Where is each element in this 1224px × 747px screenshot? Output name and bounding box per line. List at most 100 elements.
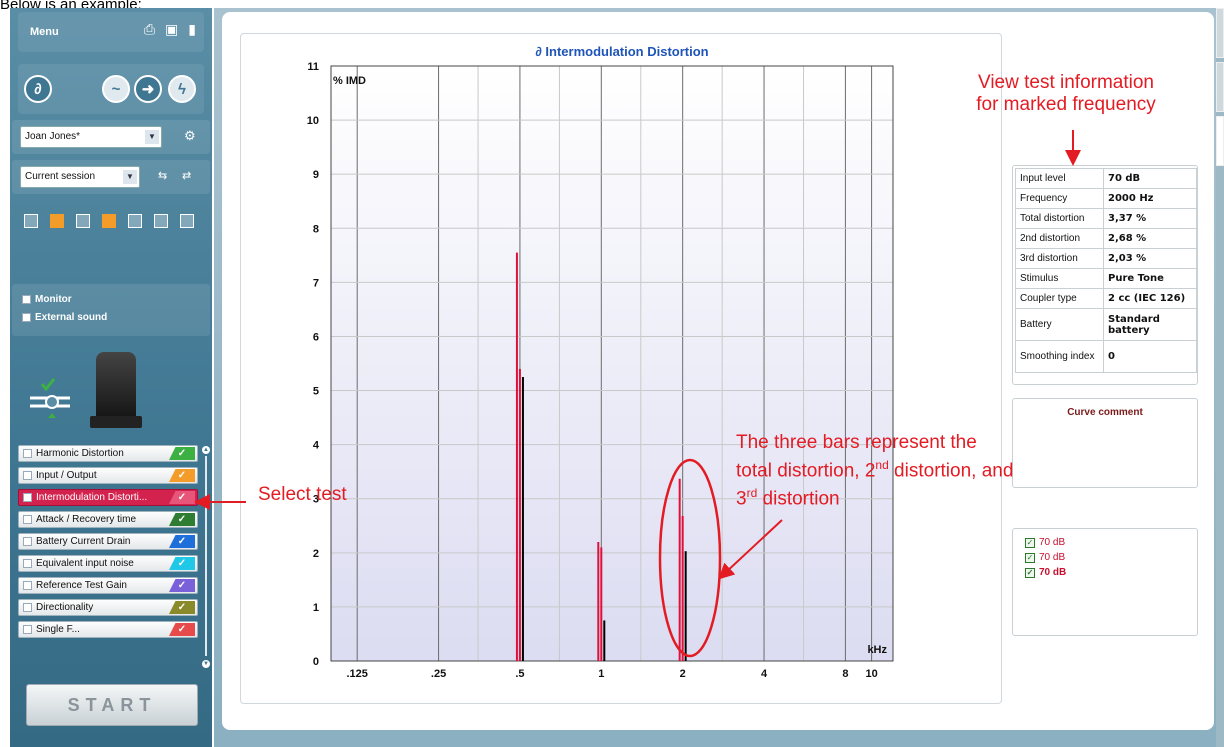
external-sound-checkbox[interactable]: External sound	[22, 312, 107, 323]
right-tab-2[interactable]	[1216, 62, 1224, 112]
curve-icon[interactable]: ~	[102, 75, 130, 103]
session-copy-icon[interactable]: ⇆	[158, 169, 167, 182]
client-select[interactable]: Joan Jones* ▼	[20, 126, 162, 148]
arrow-right-icon[interactable]: ➜	[134, 75, 162, 103]
test-checkbox[interactable]	[23, 581, 32, 590]
menu-bar: Menu ⎙ ▣ ▮	[18, 12, 204, 52]
legend-checkbox[interactable]: ✓	[1025, 567, 1035, 578]
test-checkbox[interactable]	[23, 559, 32, 568]
test-item[interactable]: Input / Output ✓	[18, 467, 198, 484]
y-tick-label: 10	[307, 115, 319, 127]
info-label: Stimulus	[1015, 268, 1104, 289]
annotation-view-info: View test information for marked frequen…	[960, 72, 1172, 116]
info-value: 70 dB	[1103, 168, 1197, 189]
check-icon: ✓	[169, 579, 195, 592]
test-info-panel: Input level 70 dB Frequency 2000 Hz Total di…	[1012, 165, 1198, 385]
bar-second	[600, 547, 603, 661]
external-sound-checkbox-box[interactable]	[22, 313, 31, 322]
session-compare-icon[interactable]: ⇄	[182, 169, 191, 182]
scroll-track[interactable]	[205, 456, 207, 656]
view-table-icon[interactable]	[24, 214, 38, 228]
annotation-bars-line3-b: distortion	[757, 488, 840, 510]
info-label: Coupler type	[1015, 288, 1104, 309]
test-label: Attack / Recovery time	[36, 514, 137, 525]
view-grid-icon[interactable]	[180, 214, 194, 228]
test-list-scrollbar[interactable]: ▲ ▼	[202, 446, 210, 668]
view-graph-icon[interactable]	[50, 214, 64, 228]
x-tick-label: .25	[431, 668, 446, 680]
test-item[interactable]: Attack / Recovery time ✓	[18, 511, 198, 528]
test-item[interactable]: Directionality ✓	[18, 599, 198, 616]
client-select-value: Joan Jones*	[25, 131, 81, 142]
test-item[interactable]: Harmonic Distortion ✓	[18, 445, 198, 462]
print-icon[interactable]: ⎙	[144, 21, 155, 38]
curve-comment-panel[interactable]: Curve comment	[1012, 398, 1198, 488]
annotation-bars-line3: 3rd distortion	[736, 482, 1013, 510]
flash-icon[interactable]: ϟ	[168, 75, 196, 103]
test-checkbox[interactable]	[23, 493, 32, 502]
test-checkbox[interactable]	[23, 449, 32, 458]
test-label: Input / Output	[36, 470, 97, 481]
right-tab-1[interactable]	[1216, 8, 1224, 58]
bar-second	[681, 516, 684, 661]
view-report-icon[interactable]	[154, 214, 168, 228]
test-item[interactable]: Battery Current Drain ✓	[18, 533, 198, 550]
imd-chart[interactable]: 0 1 2 3 4 5 6 7 8 9 10 11 .125 .25 .5 1 2 4 8 10 ∂ Intermodu…	[241, 34, 1003, 705]
test-label: Harmonic Distortion	[36, 448, 124, 459]
legend-checkbox[interactable]: ✓	[1025, 537, 1035, 548]
legend-item[interactable]: ✓ 70 dB	[1025, 537, 1065, 548]
check-icon: ✓	[169, 469, 195, 482]
info-row: Battery Standard battery	[1015, 308, 1197, 341]
info-value: 3,37 %	[1103, 208, 1197, 229]
annotation-select-test: Select test	[258, 484, 347, 505]
monitor-checkbox-box[interactable]	[22, 295, 31, 304]
legend-label: 70 dB	[1039, 552, 1066, 563]
monitor-panel: Monitor External sound	[12, 284, 210, 336]
gear-icon[interactable]: ⚙	[184, 128, 196, 144]
scroll-down-icon[interactable]: ▼	[202, 660, 210, 668]
y-tick-label: 6	[313, 331, 319, 343]
test-item[interactable]: Single F... ✓	[18, 621, 198, 638]
x-tick-label: 2	[680, 668, 686, 680]
test-checkbox[interactable]	[23, 471, 32, 480]
save-icon[interactable]: ▣	[165, 21, 178, 38]
chevron-down-icon: ▼	[145, 130, 159, 144]
scroll-up-icon[interactable]: ▲	[202, 446, 210, 454]
bar-third	[603, 620, 606, 661]
legend-item[interactable]: ✓ 70 dB	[1025, 567, 1066, 578]
view-split-icon[interactable]	[128, 214, 142, 228]
bar-third	[684, 551, 687, 661]
exit-icon[interactable]: ▮	[188, 21, 196, 38]
test-item[interactable]: Reference Test Gain ✓	[18, 577, 198, 594]
info-row: Frequency 2000 Hz	[1015, 188, 1197, 209]
view-curve-icon[interactable]	[76, 214, 90, 228]
external-sound-label: External sound	[35, 312, 108, 323]
menu-button[interactable]: Menu	[30, 26, 59, 38]
test-checkbox[interactable]	[23, 603, 32, 612]
monitor-checkbox[interactable]: Monitor	[22, 294, 72, 305]
info-row: Stimulus Pure Tone	[1015, 268, 1197, 289]
test-label: Intermodulation Distorti...	[36, 492, 148, 503]
session-select[interactable]: Current session ▼	[20, 166, 140, 188]
right-tab-3[interactable]	[1216, 116, 1224, 166]
view-axis-icon[interactable]	[102, 214, 116, 228]
legend-checkbox[interactable]: ✓	[1025, 552, 1035, 563]
left-sidebar: Menu ⎙ ▣ ▮ ∂ ~ ➜ ϟ Joan Jones* ▼ ⚙ Curre…	[10, 8, 212, 747]
bar-third	[521, 377, 524, 661]
test-list: Harmonic Distortion ✓ Input / Output ✓ Inter…	[18, 445, 198, 667]
check-icon: ✓	[169, 535, 195, 548]
annotation-bars-line3-a: 3	[736, 488, 747, 510]
chart-title: ∂ Intermodulation Distortion	[535, 44, 708, 59]
y-tick-label: 0	[313, 656, 319, 668]
legend-item[interactable]: ✓ 70 dB	[1025, 552, 1065, 563]
test-checkbox[interactable]	[23, 515, 32, 524]
test-item[interactable]: Intermodulation Distorti... ✓	[18, 489, 198, 506]
test-checkbox[interactable]	[23, 625, 32, 634]
start-button[interactable]: START	[26, 684, 198, 726]
test-item[interactable]: Equivalent input noise ✓	[18, 555, 198, 572]
info-row: Total distortion 3,37 %	[1015, 208, 1197, 229]
ear-icon[interactable]: ∂	[24, 75, 52, 103]
test-checkbox[interactable]	[23, 537, 32, 546]
bar-second	[518, 368, 521, 661]
curve-legend-panel: ✓ 70 dB ✓ 70 dB ✓ 70 dB	[1012, 528, 1198, 636]
